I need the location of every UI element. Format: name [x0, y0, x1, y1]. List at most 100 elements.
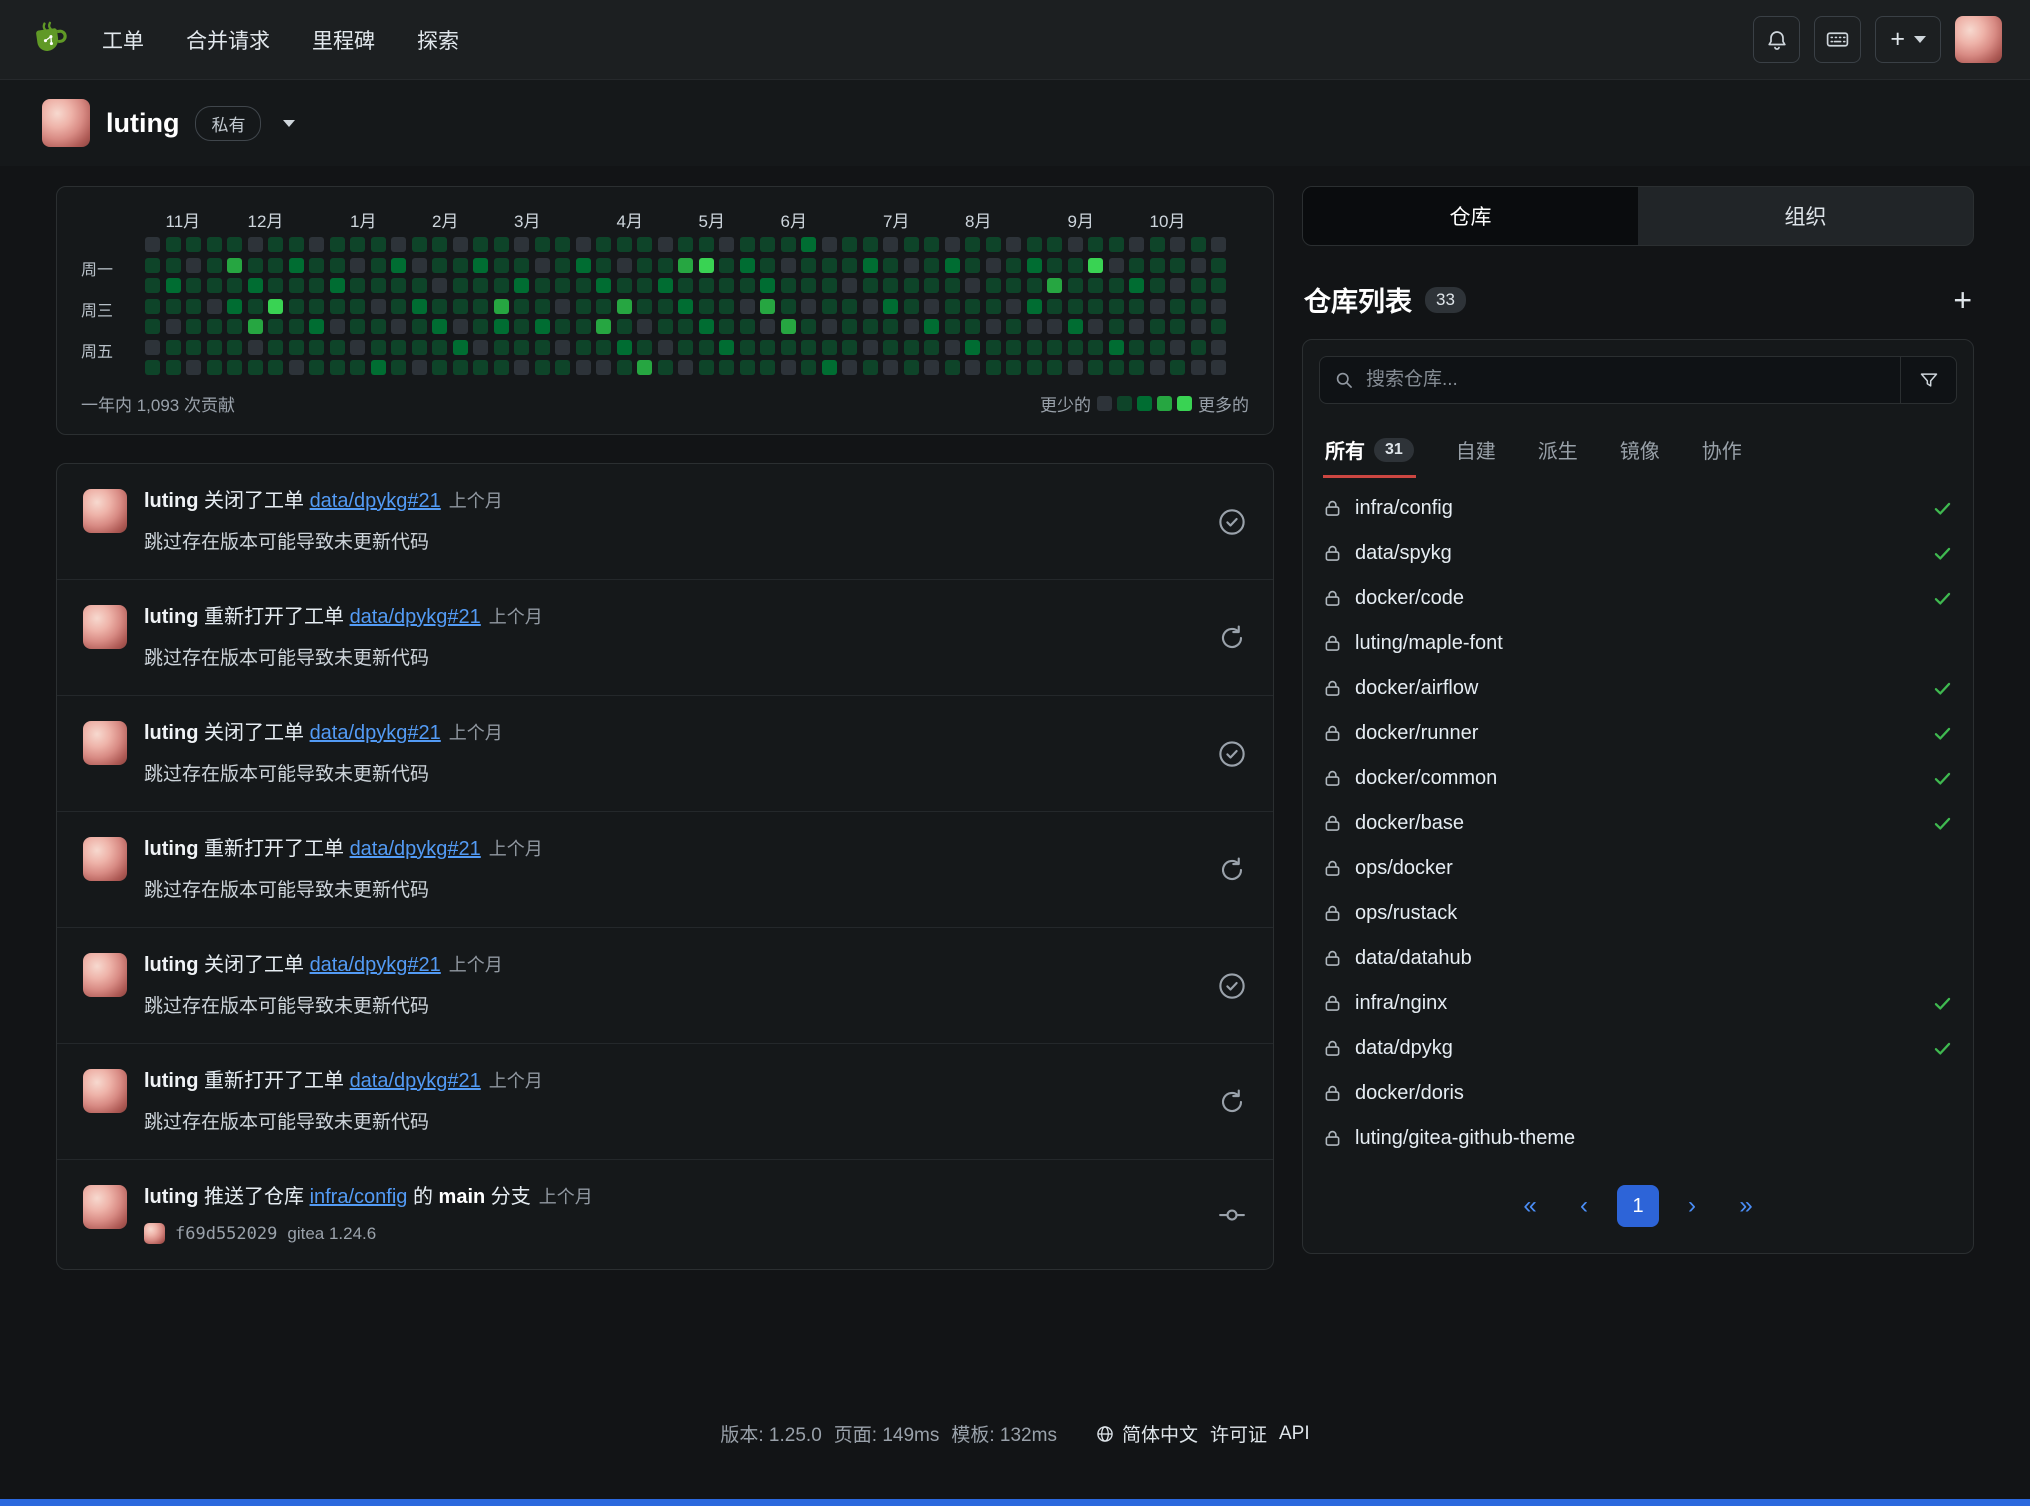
- repo-list-item[interactable]: docker/doris: [1303, 1071, 1973, 1116]
- feed-user-link[interactable]: luting: [144, 838, 198, 860]
- pagination-prev-button[interactable]: ‹: [1563, 1185, 1605, 1227]
- filter-tab-collaborative[interactable]: 协作: [1700, 420, 1744, 478]
- repo-list-item[interactable]: docker/base: [1303, 801, 1973, 846]
- profile-chevron-down-icon[interactable]: [283, 120, 295, 127]
- pagination-first-button[interactable]: «: [1509, 1185, 1551, 1227]
- feed-user-link[interactable]: luting: [144, 954, 198, 976]
- repo-list-item[interactable]: data/spykg: [1303, 531, 1973, 576]
- repo-list-item[interactable]: docker/airflow: [1303, 666, 1973, 711]
- nav-link-explore[interactable]: 探索: [417, 25, 459, 55]
- filter-tab-all[interactable]: 所有31: [1323, 420, 1416, 478]
- nav-link-milestones[interactable]: 里程碑: [312, 25, 375, 55]
- notifications-button[interactable]: [1753, 16, 1800, 63]
- heatmap-cell: [207, 278, 222, 293]
- language-selector[interactable]: 简体中文: [1095, 1420, 1198, 1447]
- heatmap-cell: [186, 319, 201, 334]
- api-link[interactable]: API: [1279, 1423, 1310, 1445]
- heatmap-cell: [1211, 258, 1226, 273]
- repo-list-item[interactable]: docker/code: [1303, 576, 1973, 621]
- feed-user-link[interactable]: luting: [144, 722, 198, 744]
- heatmap-cell: [248, 299, 263, 314]
- pagination-last-button[interactable]: »: [1725, 1185, 1767, 1227]
- add-repo-button[interactable]: +: [1953, 284, 1972, 316]
- heatmap-cell: [535, 319, 550, 334]
- check-icon: [1932, 993, 1953, 1014]
- repo-list-item[interactable]: luting/maple-font: [1303, 621, 1973, 666]
- tab-repositories[interactable]: 仓库: [1303, 187, 1638, 245]
- commit-hash-link[interactable]: f69d552029: [175, 1224, 277, 1244]
- profile-name[interactable]: luting: [106, 108, 179, 139]
- create-new-dropdown[interactable]: +: [1875, 16, 1941, 63]
- keyboard-button[interactable]: [1814, 16, 1861, 63]
- user-avatar[interactable]: [1955, 16, 2002, 63]
- lock-icon: [1323, 814, 1342, 833]
- heatmap-cell: [1129, 278, 1144, 293]
- feed-user-link[interactable]: luting: [144, 1070, 198, 1092]
- heatmap-cell: [1129, 340, 1144, 355]
- feed-avatar[interactable]: [83, 837, 127, 881]
- heatmap-month-label: 4月: [617, 207, 643, 232]
- pagination-next-button[interactable]: ›: [1671, 1185, 1713, 1227]
- repo-list-item[interactable]: ops/rustack: [1303, 891, 1973, 936]
- feed-avatar[interactable]: [83, 1069, 127, 1113]
- heatmap-cell: [617, 360, 632, 375]
- repo-filter-button[interactable]: [1900, 357, 1956, 403]
- heatmap-day-labels: 周一周三周五: [81, 237, 145, 375]
- repo-list-item[interactable]: infra/config: [1303, 486, 1973, 531]
- nav-link-pull-requests[interactable]: 合并请求: [186, 25, 270, 55]
- filter-tab-forks[interactable]: 派生: [1536, 420, 1580, 478]
- repo-search-input[interactable]: [1366, 369, 1900, 391]
- heatmap-cell: [1109, 340, 1124, 355]
- plus-icon: +: [1890, 25, 1905, 54]
- feed-user-link[interactable]: luting: [144, 490, 198, 512]
- heatmap-cell: [207, 299, 222, 314]
- feed-avatar[interactable]: [83, 721, 127, 765]
- repo-list-item[interactable]: ops/docker: [1303, 846, 1973, 891]
- feed-target-link[interactable]: data/dpykg#21: [310, 490, 441, 512]
- feed-avatar[interactable]: [83, 605, 127, 649]
- profile-avatar[interactable]: [42, 99, 90, 147]
- repo-list-item[interactable]: data/datahub: [1303, 936, 1973, 981]
- repo-list-item[interactable]: infra/nginx: [1303, 981, 1973, 1026]
- feed-target-link[interactable]: data/dpykg#21: [350, 838, 481, 860]
- heatmap-cell: [330, 360, 345, 375]
- heatmap-cell: [719, 258, 734, 273]
- feed-avatar[interactable]: [83, 1185, 127, 1229]
- feed-user-link[interactable]: luting: [144, 1186, 198, 1208]
- heatmap-cell: [1191, 319, 1206, 334]
- feed-avatar[interactable]: [83, 489, 127, 533]
- repo-list-item[interactable]: docker/runner: [1303, 711, 1973, 756]
- contribution-heatmap-card: 11月12月1月2月3月4月5月6月7月8月9月10月 周一周三周五 一年内 1…: [56, 186, 1274, 435]
- lock-icon: [1323, 544, 1342, 563]
- feed-target-link[interactable]: data/dpykg#21: [310, 954, 441, 976]
- tab-organizations[interactable]: 组织: [1638, 187, 1973, 245]
- heatmap-cell: [576, 278, 591, 293]
- heatmap-cell: [986, 278, 1001, 293]
- nav-link-issues[interactable]: 工单: [102, 25, 144, 55]
- heatmap-cell: [555, 319, 570, 334]
- repo-list-item[interactable]: luting/gitea-github-theme: [1303, 1116, 1973, 1161]
- heatmap-cell: [1109, 319, 1124, 334]
- heatmap-cell: [658, 258, 673, 273]
- pagination-page-1[interactable]: 1: [1617, 1185, 1659, 1227]
- repo-list-item[interactable]: data/dpykg: [1303, 1026, 1973, 1071]
- feed-user-link[interactable]: luting: [144, 606, 198, 628]
- feed-target-link[interactable]: infra/config: [310, 1186, 408, 1208]
- license-link[interactable]: 许可证: [1210, 1420, 1267, 1447]
- heatmap-day-label: 周三: [81, 297, 113, 321]
- legend-swatch: [1097, 396, 1112, 411]
- heatmap-cell: [514, 237, 529, 252]
- repo-list-item[interactable]: docker/common: [1303, 756, 1973, 801]
- heatmap-cell: [719, 340, 734, 355]
- gitea-logo[interactable]: [28, 18, 72, 62]
- heatmap-cell: [330, 237, 345, 252]
- heatmap-cell: [473, 237, 488, 252]
- filter-tab-mirrors[interactable]: 镜像: [1618, 420, 1662, 478]
- feed-target-link[interactable]: data/dpykg#21: [350, 606, 481, 628]
- feed-target-link[interactable]: data/dpykg#21: [310, 722, 441, 744]
- feed-target-link[interactable]: data/dpykg#21: [350, 1070, 481, 1092]
- heatmap-cell: [1006, 278, 1021, 293]
- filter-tab-sources[interactable]: 自建: [1454, 420, 1498, 478]
- feed-avatar[interactable]: [83, 953, 127, 997]
- heatmap-cell: [227, 340, 242, 355]
